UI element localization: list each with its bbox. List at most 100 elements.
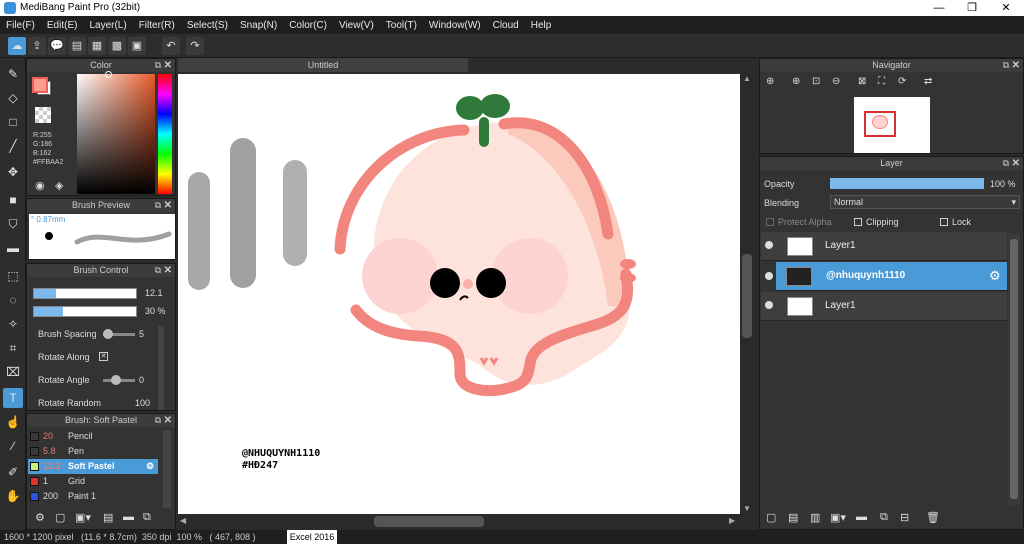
picker-handle[interactable] (105, 71, 112, 78)
saturation-value-picker[interactable] (77, 74, 155, 194)
navigator-thumbnail[interactable] (854, 97, 930, 153)
menu-view[interactable]: View(V) (333, 20, 380, 31)
eye-icon[interactable] (765, 241, 773, 249)
comment-icon[interactable]: 💬 (48, 37, 66, 55)
layer-row-selected[interactable]: @nhuquynh1110 ⚙ (776, 262, 1007, 291)
undock-icon[interactable]: ⧉ (1003, 59, 1009, 72)
minimize-button[interactable]: — (922, 0, 956, 16)
palette-icon[interactable]: ◉ (35, 179, 45, 192)
gradient-tool-icon[interactable]: ▬ (3, 238, 23, 258)
actual-size-icon[interactable]: ⊠ (858, 76, 866, 87)
operation-tool-icon[interactable]: ☝ (3, 412, 23, 432)
add-brush-icon[interactable]: ▣▾ (75, 511, 91, 524)
brush-tool-icon[interactable]: ✎ (3, 64, 23, 84)
menu-snap[interactable]: Snap(N) (234, 20, 283, 31)
fill-rect-tool-icon[interactable]: ■ (3, 190, 23, 210)
select-tool-icon[interactable]: ⬚ (3, 266, 23, 286)
document-tab[interactable]: Untitled (178, 58, 468, 72)
brush-list-item[interactable]: 200 Paint 1 (28, 489, 158, 504)
new-layer-icon[interactable]: ▢ (766, 511, 776, 524)
scroll-right-icon[interactable]: ▶ (729, 516, 735, 525)
layer-row[interactable]: Layer1 (761, 232, 1007, 261)
dropper-tool-icon[interactable]: ⁄ (3, 436, 23, 456)
panel-close-icon[interactable]: ✕ (164, 414, 172, 427)
delete-layer-icon[interactable]: 🗑 (926, 511, 940, 524)
eye-icon[interactable] (765, 301, 773, 309)
brush-list-item-selected[interactable]: 12.1 Soft Pastel ⚙ (28, 459, 158, 474)
zoom-out-icon[interactable]: ⊖ (832, 76, 840, 87)
duplicate-layer-icon[interactable]: ⧉ (880, 511, 888, 524)
menu-layer[interactable]: Layer(L) (83, 20, 132, 31)
share-icon[interactable]: ⇪ (28, 37, 46, 55)
rectangle-tool-icon[interactable]: □ (3, 112, 23, 132)
menu-color[interactable]: Color(C) (283, 20, 333, 31)
panel-close-icon[interactable]: ✕ (1012, 59, 1020, 72)
maximize-button[interactable]: ❐ (955, 0, 989, 16)
protect-alpha-checkbox[interactable] (766, 218, 774, 226)
menu-filter[interactable]: Filter(R) (133, 20, 181, 31)
undo-icon[interactable]: ↶ (162, 37, 180, 55)
brush-list-item[interactable]: 20 Pencil (28, 429, 158, 444)
cloud-icon[interactable]: ☁ (8, 37, 26, 55)
eyedropper-icon[interactable]: ✐ (3, 462, 23, 482)
select-pen-icon[interactable]: ⌗ (3, 338, 23, 358)
grid-icon[interactable]: ▩ (108, 37, 126, 55)
line-tool-icon[interactable]: ╱ (3, 136, 23, 156)
layer-folder-icon[interactable]: ▬ (856, 511, 867, 523)
rotate-along-checkbox[interactable]: ✕ (99, 352, 108, 361)
lasso-tool-icon[interactable]: ◌ (3, 290, 23, 310)
close-button[interactable]: ✕ (989, 0, 1023, 16)
undock-icon[interactable]: ⧉ (155, 414, 161, 427)
new-halftone-layer-icon[interactable]: ▤ (788, 511, 798, 524)
move-tool-icon[interactable]: ✥ (3, 162, 23, 182)
fit-icon[interactable]: ⊡ (812, 76, 820, 87)
duplicate-icon[interactable]: ⧉ (143, 511, 151, 524)
vertical-scroll-thumb[interactable] (742, 254, 752, 338)
brush-list-item[interactable]: 5.8 Pen (28, 444, 158, 459)
redo-icon[interactable]: ↷ (186, 37, 204, 55)
hue-slider[interactable] (158, 74, 172, 194)
text-tool-icon[interactable]: T (3, 388, 23, 408)
panel-close-icon[interactable]: ✕ (164, 264, 172, 277)
fit-window-icon[interactable]: ⛶ (878, 76, 885, 87)
bucket-tool-icon[interactable]: ⛉ (3, 214, 23, 234)
magic-wand-icon[interactable]: ✧ (3, 314, 23, 334)
brush-list-item[interactable]: 1 Grid (28, 474, 158, 489)
rotate-icon[interactable]: ⟳ (898, 76, 906, 87)
menu-window[interactable]: Window(W) (423, 20, 487, 31)
copy-brush-icon[interactable]: ▤ (103, 511, 113, 524)
primary-color-swatch[interactable] (32, 77, 48, 93)
menu-edit[interactable]: Edit(E) (41, 20, 84, 31)
flip-icon[interactable]: ⇄ (924, 76, 932, 87)
menu-cloud[interactable]: Cloud (487, 20, 525, 31)
horizontal-scroll-thumb[interactable] (374, 516, 484, 527)
brush-settings-icon[interactable]: ⚙ (35, 511, 45, 524)
eye-icon[interactable] (765, 272, 773, 280)
add-layer-menu-icon[interactable]: ▣▾ (830, 511, 846, 524)
eraser-tool-icon[interactable]: ◇ (3, 88, 23, 108)
drawing-canvas[interactable]: @NHUQUYNH1110 #HĐ247 (178, 74, 740, 514)
hand-tool-icon[interactable]: ✋ (3, 486, 23, 506)
layer-opacity-slider[interactable] (830, 178, 984, 189)
select-eraser-icon[interactable]: ⌧ (3, 362, 23, 382)
scroll-down-icon[interactable]: ▼ (743, 504, 751, 513)
menu-help[interactable]: Help (525, 20, 558, 31)
blending-select[interactable]: Normal ▾ (830, 195, 1020, 209)
canvas-vertical-scrollbar[interactable]: ▲ ▼ (741, 74, 754, 514)
panel-close-icon[interactable]: ✕ (1012, 157, 1020, 170)
new-8bit-layer-icon[interactable]: ▥ (810, 511, 820, 524)
undock-icon[interactable]: ⧉ (155, 59, 161, 72)
folder-icon[interactable]: ▬ (123, 511, 134, 523)
panel-close-icon[interactable]: ✕ (164, 199, 172, 212)
zoom-plus-icon[interactable]: ⊕ (792, 76, 800, 87)
layer-settings-gear-icon[interactable]: ⚙ (989, 268, 1001, 284)
taskbar-tooltip[interactable]: Excel 2016 (287, 530, 337, 544)
lock-checkbox[interactable] (940, 218, 948, 226)
menu-tool[interactable]: Tool(T) (380, 20, 423, 31)
brush-list-scrollbar[interactable] (163, 430, 171, 508)
panel-close-icon[interactable]: ✕ (164, 59, 172, 72)
layer-row[interactable]: Layer1 (761, 292, 1007, 321)
brush-spacing-handle[interactable] (103, 329, 113, 339)
transparent-swatch[interactable] (35, 107, 51, 123)
menu-select[interactable]: Select(S) (181, 20, 234, 31)
